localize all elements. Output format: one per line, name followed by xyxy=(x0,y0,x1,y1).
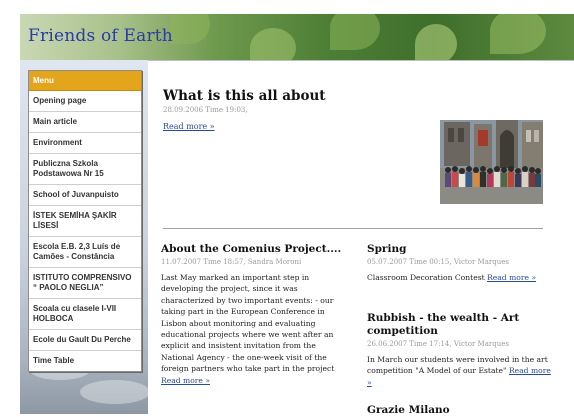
post-grazie-milano: Grazie Milano xyxy=(367,404,552,417)
group-photo-illustration xyxy=(440,120,543,204)
menu-item-juvanpuisto[interactable]: School of Juvanpuisto xyxy=(29,185,141,206)
post-body-text: Classroom Decoration Contest xyxy=(367,273,485,282)
menu-heading: Menu xyxy=(29,71,141,91)
menu-item-paolo-neglia[interactable]: ISTITUTO COMPRENSIVO “ PAOLO NEGLIA” xyxy=(29,268,141,299)
menu-item-istek[interactable]: İSTEK SEMİHA ŞAKİR LİSESİ xyxy=(29,206,141,237)
menu-item-holboca[interactable]: Scoala cu clasele I-VII HOLBOCA xyxy=(29,299,141,330)
leaf-decoration xyxy=(250,28,296,60)
post-comenius: About the Comenius Project.... 11.07.200… xyxy=(161,243,346,386)
post-body-text: Last May marked an important step in dev… xyxy=(161,273,335,374)
menu-item-opening-page[interactable]: Opening page xyxy=(29,91,141,112)
post-body: In March our students were involved in t… xyxy=(367,354,552,388)
group-photo xyxy=(440,120,543,204)
leaf-decoration xyxy=(330,14,380,50)
post-read-more-link[interactable]: Read more » xyxy=(161,376,210,385)
post-body: Classroom Decoration Contest Read more » xyxy=(367,272,552,283)
post-title[interactable]: About the Comenius Project.... xyxy=(161,243,346,256)
menu-item-ecole-gault[interactable]: Ecole du Gault Du Perche xyxy=(29,330,141,351)
post-meta: 26.06.2007 Time 17:14, Victor Marques xyxy=(367,340,509,348)
leaf-decoration xyxy=(170,14,210,44)
cloud-decoration xyxy=(80,380,150,404)
menu-item-main-article[interactable]: Main article xyxy=(29,112,141,133)
leaf-decoration xyxy=(415,24,457,60)
site-header: Friends of Earth xyxy=(20,14,574,60)
content-divider xyxy=(163,228,543,229)
featured-read-more-link[interactable]: Read more » xyxy=(163,122,215,131)
sidebar-menu: Menu Opening page Main article Environme… xyxy=(28,70,142,372)
post-body: Last May marked an important step in dev… xyxy=(161,272,346,386)
post-read-more-link[interactable]: Read more » xyxy=(487,273,536,282)
post-rubbish: Rubbish - the wealth - Art competition 2… xyxy=(367,312,552,388)
post-spring: Spring 05.07.2007 Time 00:15, Victor Mar… xyxy=(367,243,552,283)
post-title[interactable]: Spring xyxy=(367,243,552,256)
site-title[interactable]: Friends of Earth xyxy=(28,26,173,46)
post-title[interactable]: Rubbish - the wealth - Art competition xyxy=(367,312,552,338)
menu-item-time-table[interactable]: Time Table xyxy=(29,351,141,371)
leaf-decoration xyxy=(490,14,546,54)
featured-article-title[interactable]: What is this all about xyxy=(163,88,326,104)
menu-item-escola-camoes[interactable]: Escola E.B. 2,3 Luís de Camões - Constân… xyxy=(29,237,141,268)
post-meta: 05.07.2007 Time 00:15, Victor Marques xyxy=(367,258,509,266)
post-title[interactable]: Grazie Milano xyxy=(367,404,552,417)
menu-item-szkola-nr15[interactable]: Publiczna Szkola Podstawowa Nr 15 xyxy=(29,154,141,185)
featured-article-date: 28.09.2006 Time 19:03, xyxy=(163,106,248,114)
post-meta: 11.07.2007 Time 18:57, Sandra Moroni xyxy=(161,258,302,266)
menu-item-environment[interactable]: Environment xyxy=(29,133,141,154)
header-divider xyxy=(148,60,574,61)
